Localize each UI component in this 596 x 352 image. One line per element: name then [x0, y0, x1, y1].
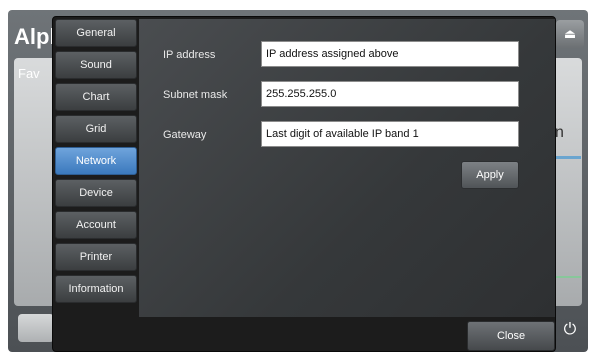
- eject-icon: ⏏: [556, 20, 584, 48]
- tab-label: Network: [75, 155, 117, 167]
- tab-label: Sound: [80, 59, 112, 71]
- close-button-label: Close: [496, 330, 526, 342]
- tab-sound[interactable]: Sound: [55, 51, 137, 79]
- tab-network[interactable]: Network: [55, 147, 137, 175]
- background-favorites-label: Fav: [18, 66, 40, 81]
- tab-label: Account: [76, 219, 116, 231]
- close-button[interactable]: Close: [467, 321, 555, 351]
- tab-grid[interactable]: Grid: [55, 115, 137, 143]
- tab-label: Printer: [79, 251, 113, 263]
- settings-dialog: General Sound Chart Grid Network Device …: [52, 16, 556, 352]
- subnet-mask-field[interactable]: 255.255.255.0: [261, 81, 519, 107]
- background-right-accent-line-green: [553, 276, 581, 278]
- tab-label: General: [76, 27, 116, 39]
- background-right-panel: [552, 58, 582, 306]
- background-right-accent-line: [553, 156, 581, 159]
- gateway-label: Gateway: [163, 129, 207, 141]
- tab-chart[interactable]: Chart: [55, 83, 137, 111]
- background-bottom-button: [18, 314, 54, 342]
- settings-sidebar: General Sound Chart Grid Network Device …: [55, 19, 137, 319]
- background-right-label: n: [555, 124, 564, 141]
- tab-label: Information: [68, 283, 124, 295]
- apply-button-label: Apply: [476, 169, 504, 181]
- ip-address-label: IP address: [163, 49, 216, 61]
- apply-button[interactable]: Apply: [461, 161, 519, 189]
- tab-label: Device: [79, 187, 113, 199]
- power-icon: ⏻: [563, 321, 577, 338]
- tab-information[interactable]: Information: [55, 275, 137, 303]
- gateway-field[interactable]: Last digit of available IP band 1: [261, 121, 519, 147]
- subnet-mask-label: Subnet mask: [163, 89, 228, 101]
- tab-printer[interactable]: Printer: [55, 243, 137, 271]
- tab-label: Grid: [85, 123, 107, 135]
- tab-account[interactable]: Account: [55, 211, 137, 239]
- tab-label: Chart: [82, 91, 110, 103]
- ip-address-field[interactable]: IP address assigned above: [261, 41, 519, 67]
- network-settings-panel: IP address IP address assigned above Sub…: [139, 19, 555, 317]
- tab-general[interactable]: General: [55, 19, 137, 47]
- tab-device[interactable]: Device: [55, 179, 137, 207]
